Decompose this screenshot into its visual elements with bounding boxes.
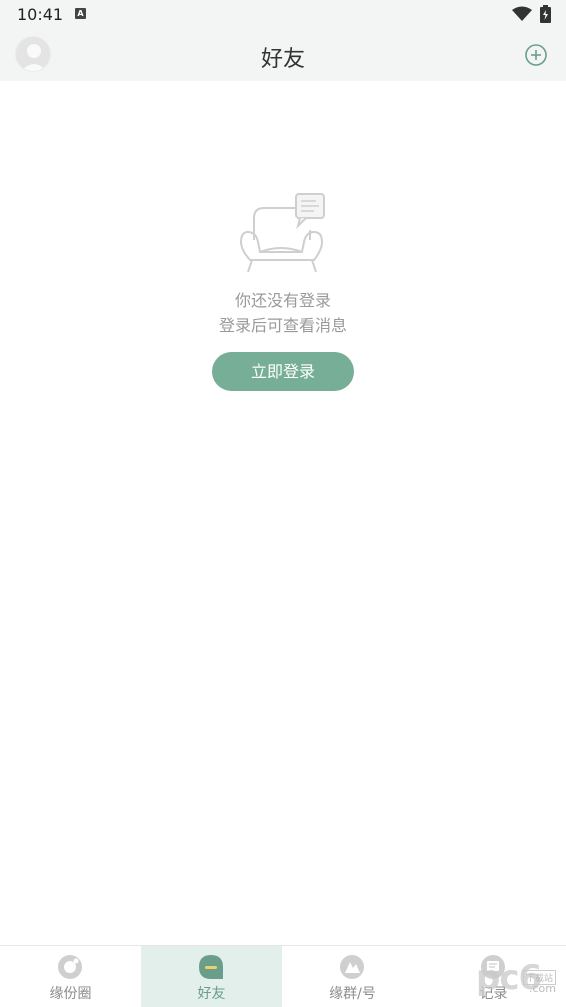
- header: 好友: [0, 28, 566, 81]
- sofa-chat-icon: [239, 193, 325, 273]
- group-icon: [340, 955, 364, 979]
- tab-groups[interactable]: 缘群/号: [282, 946, 423, 1007]
- plus-circle-icon[interactable]: [525, 44, 547, 66]
- empty-message-subtitle: 登录后可查看消息: [218, 316, 347, 335]
- circle-icon: [58, 955, 82, 979]
- tab-label: 缘群/号: [329, 986, 376, 1002]
- tab-label: 好友: [197, 986, 226, 1002]
- tab-yuanfen-circle[interactable]: 缘份圈: [0, 946, 141, 1007]
- wifi-icon: [512, 6, 532, 21]
- chat-bubble-icon: [199, 955, 223, 979]
- battery-icon: [540, 5, 551, 23]
- tab-label: 缘份圈: [49, 986, 92, 1002]
- empty-message-title: 你还没有登录: [234, 291, 331, 310]
- watermark-domain: .com: [529, 982, 556, 995]
- tab-friends[interactable]: 好友: [141, 946, 282, 1007]
- notification-a-icon: A: [75, 8, 86, 19]
- login-button[interactable]: 立即登录: [212, 352, 354, 391]
- page-title: 好友: [260, 47, 305, 72]
- status-time: 10:41: [17, 5, 64, 24]
- status-bar: 10:41 A: [0, 0, 566, 28]
